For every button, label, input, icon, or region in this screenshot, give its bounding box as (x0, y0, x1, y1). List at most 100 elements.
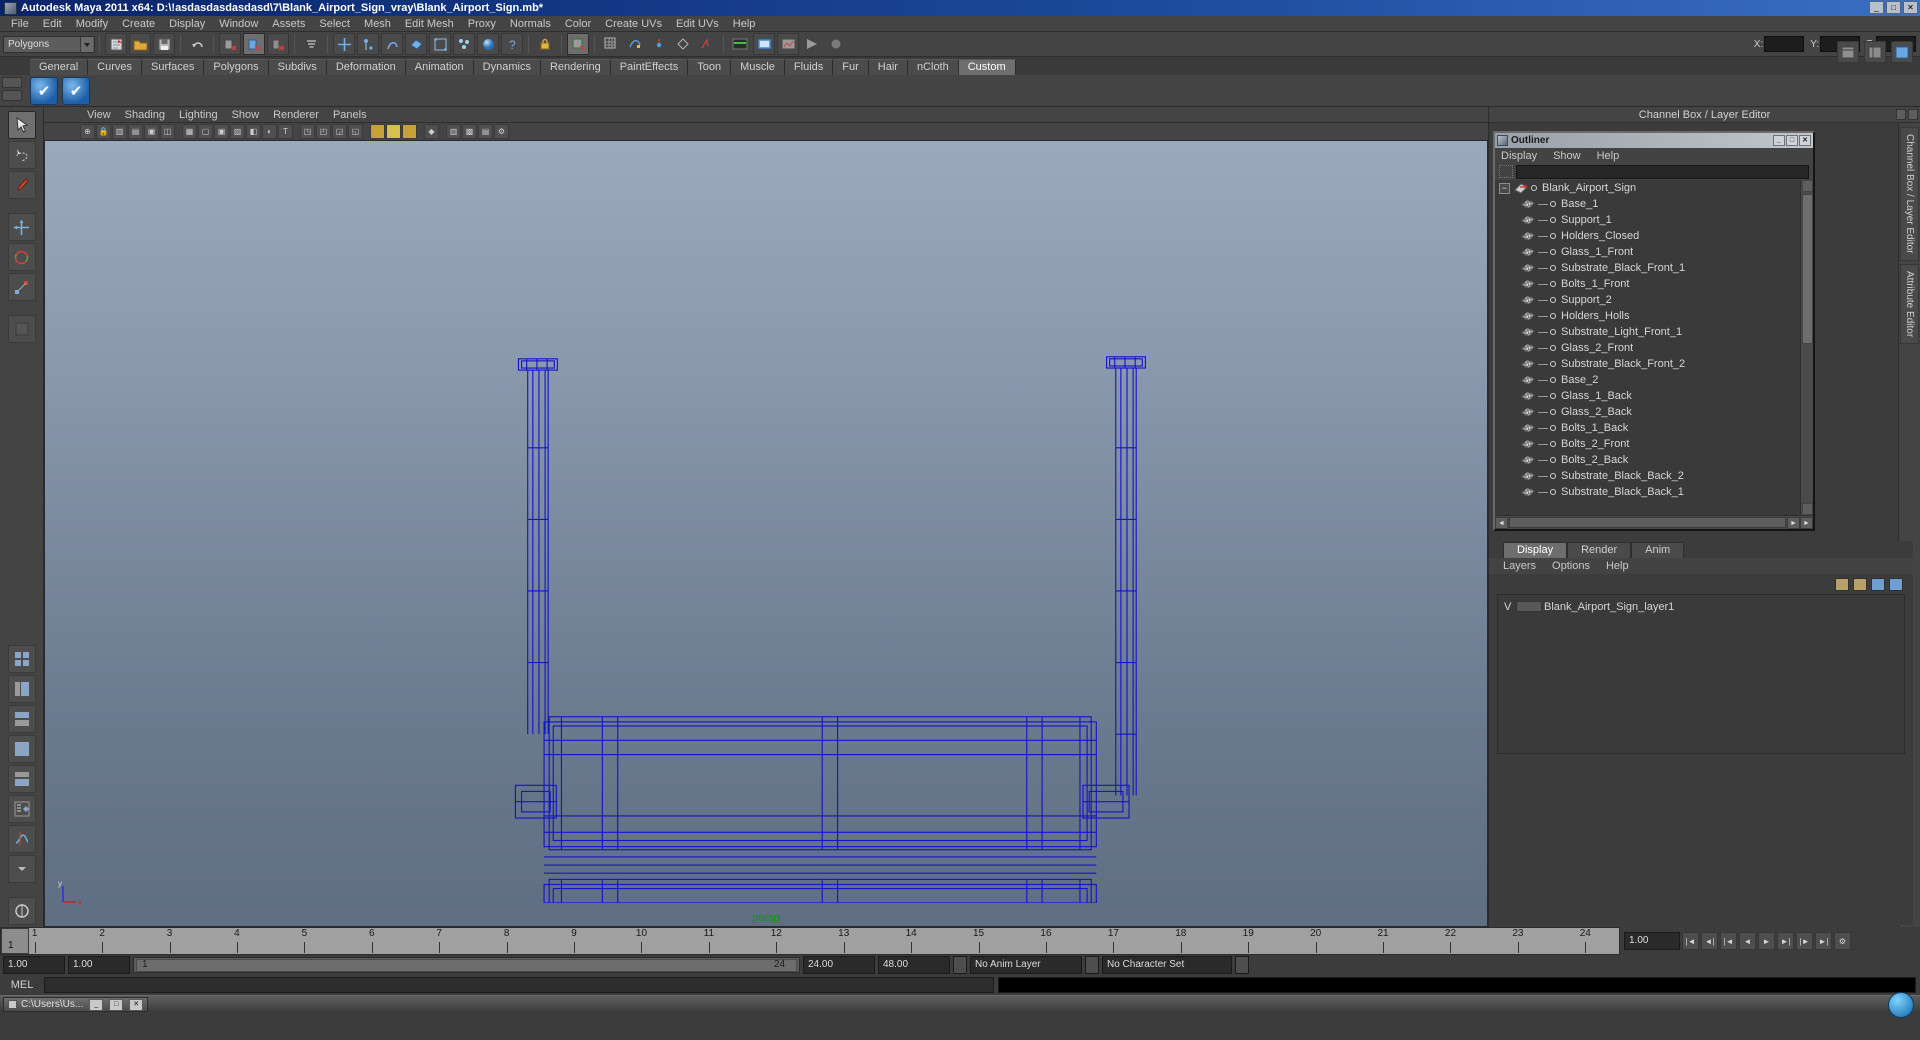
h-scroll-track[interactable] (1509, 517, 1786, 528)
anim-end-stepper-icon[interactable] (953, 956, 967, 974)
dock-close-icon[interactable] (1908, 109, 1918, 120)
layers-menu[interactable]: Layers (1503, 560, 1536, 572)
viewmenu-show[interactable]: Show (225, 109, 267, 121)
layout-four-view-icon[interactable] (7, 645, 36, 673)
outliner-item-row[interactable]: Support_1 (1495, 212, 1813, 228)
shelf-tab-curves[interactable]: Curves (88, 59, 142, 75)
animation-preferences-button[interactable]: ⚙ (1834, 932, 1851, 950)
flat-shade-icon[interactable]: ◱ (348, 124, 363, 139)
select-by-hierarchy-icon[interactable] (219, 33, 241, 55)
maximize-button[interactable]: □ (1886, 1, 1901, 14)
undo-icon[interactable] (186, 33, 208, 55)
shelf-tab-dynamics[interactable]: Dynamics (473, 59, 541, 75)
select-tool[interactable] (7, 111, 36, 139)
handle-component-icon[interactable] (333, 33, 355, 55)
outliner-filter-icon[interactable] (1499, 165, 1513, 178)
snap-view-plane-icon[interactable] (648, 33, 670, 55)
outliner-item-row[interactable]: Base_1 (1495, 196, 1813, 212)
outliner-item-row[interactable]: Substrate_Black_Front_1 (1495, 260, 1813, 276)
shelf-check-icon-2[interactable]: ✔ (62, 76, 90, 105)
layer-visibility-toggle[interactable]: V (1504, 601, 1516, 613)
render-settings-icon[interactable] (801, 33, 823, 55)
menu-help[interactable]: Help (726, 16, 763, 32)
outliner-item-row[interactable]: Substrate_Black_Back_1 (1495, 484, 1813, 500)
last-tool-used[interactable] (7, 315, 36, 343)
shelf-tab-painteffects[interactable]: PaintEffects (610, 59, 689, 75)
camera-attributes-icon[interactable]: ▥ (112, 124, 127, 139)
viewport-settings-icon[interactable]: ⚙ (494, 124, 509, 139)
range-slider[interactable]: 1 24 (133, 957, 800, 973)
xray-icon[interactable]: ◧ (246, 124, 261, 139)
shelf-options-handle[interactable] (2, 77, 26, 105)
layer-membership-icon[interactable] (1889, 577, 1903, 591)
play-forwards-button[interactable]: ► (1758, 932, 1775, 950)
range-slider-bar[interactable] (136, 959, 797, 972)
shelf-tab-surfaces[interactable]: Surfaces (141, 59, 205, 75)
layout-single-icon[interactable] (7, 735, 36, 763)
shelf-grip-2[interactable] (2, 90, 22, 101)
time-slider[interactable]: 1 1 2 3 4 5 6 7 8 9 10 11 12 13 14 15 16 17 18 19 20 21 22 23 2… (0, 927, 1620, 955)
exposure-icon[interactable]: ◐ (262, 124, 277, 139)
outliner-item-row[interactable]: Substrate_Light_Front_1 (1495, 324, 1813, 340)
close-button[interactable]: ✕ (1903, 1, 1918, 14)
open-scene-icon[interactable] (129, 33, 151, 55)
layout-hypershade-icon[interactable] (7, 765, 36, 793)
point-component-icon[interactable] (357, 33, 379, 55)
layer-list[interactable]: V Blank_Airport_Sign_layer1 (1497, 594, 1905, 754)
selection-mode-dropdown[interactable]: Polygons (3, 35, 95, 53)
play-backwards-button[interactable]: ◄ (1739, 932, 1756, 950)
time-cursor[interactable]: 1 (1, 928, 29, 954)
shelf-tab-rendering[interactable]: Rendering (540, 59, 611, 75)
taskbar-close-button[interactable]: ✕ (129, 998, 144, 1011)
go-to-start-button[interactable]: |◄ (1682, 932, 1699, 950)
shelf-tab-subdivs[interactable]: Subdivs (268, 59, 327, 75)
layout-more-icon[interactable] (7, 855, 36, 883)
taskbar-minimize-button[interactable]: _ (89, 998, 104, 1011)
dock-undock-icon[interactable] (1896, 109, 1906, 120)
save-scene-icon[interactable] (153, 33, 175, 55)
move-tool[interactable] (7, 213, 36, 241)
minimize-button[interactable]: _ (1869, 1, 1884, 14)
ipr-render-icon[interactable] (777, 33, 799, 55)
menu-modify[interactable]: Modify (69, 16, 115, 32)
outliner-search-input[interactable] (1516, 164, 1809, 179)
tab-display[interactable]: Display (1503, 542, 1568, 558)
bookmark-icon[interactable]: ▤ (128, 124, 143, 139)
outliner-minimize-button[interactable]: _ (1773, 135, 1785, 146)
outliner-item-row[interactable]: Bolts_2_Back (1495, 452, 1813, 468)
shelf-tab-general[interactable]: General (30, 59, 89, 75)
tab-anim[interactable]: Anim (1631, 542, 1685, 558)
render-view-icon[interactable] (729, 33, 751, 55)
film-gate-icon[interactable]: ▢ (198, 124, 213, 139)
help-bubble-icon[interactable] (1888, 992, 1914, 1018)
new-layer-from-selected-icon[interactable] (1853, 577, 1867, 591)
shelf-tab-polygons[interactable]: Polygons (204, 59, 269, 75)
shelf-check-icon-1[interactable]: ✔ (30, 76, 58, 105)
anim-start-time-field[interactable]: 1.00 (3, 956, 65, 974)
outliner-item-row[interactable]: Substrate_Black_Front_2 (1495, 356, 1813, 372)
new-layer-icon[interactable] (1835, 577, 1849, 591)
layout-persp-outliner-icon[interactable] (7, 675, 36, 703)
taskbar-item[interactable]: C:\Users\Us... _ □ ✕ (3, 997, 149, 1012)
isolate-select-icon[interactable]: ◆ (424, 124, 439, 139)
x-coord-field[interactable] (1764, 36, 1805, 52)
viewmenu-panels[interactable]: Panels (326, 109, 374, 121)
outliner-item-row[interactable]: Bolts_1_Front (1495, 276, 1813, 292)
menu-create-uvs[interactable]: Create UVs (598, 16, 669, 32)
menu-mesh[interactable]: Mesh (357, 16, 398, 32)
help-menu[interactable]: Help (1606, 560, 1629, 572)
shelf-tab-toon[interactable]: Toon (688, 59, 732, 75)
rotate-tool[interactable] (7, 243, 36, 271)
image-plane-icon[interactable]: ▣ (144, 124, 159, 139)
step-forward-frame-button[interactable]: ►| (1777, 932, 1794, 950)
outliner-item-row[interactable]: Glass_2_Front (1495, 340, 1813, 356)
smooth-shade-icon[interactable]: ◲ (332, 124, 347, 139)
show-channel-box-icon[interactable] (1837, 41, 1859, 63)
outliner-title-bar[interactable]: Outliner _ □ ✕ (1495, 133, 1813, 148)
menu-proxy[interactable]: Proxy (461, 16, 503, 32)
lock-camera-icon[interactable]: 🔒 (96, 124, 111, 139)
outliner-item-row[interactable]: Glass_2_Back (1495, 404, 1813, 420)
persp-viewport[interactable]: y x persp (44, 141, 1488, 927)
shelf-tab-custom[interactable]: Custom (958, 59, 1016, 75)
make-live-icon[interactable] (672, 33, 694, 55)
